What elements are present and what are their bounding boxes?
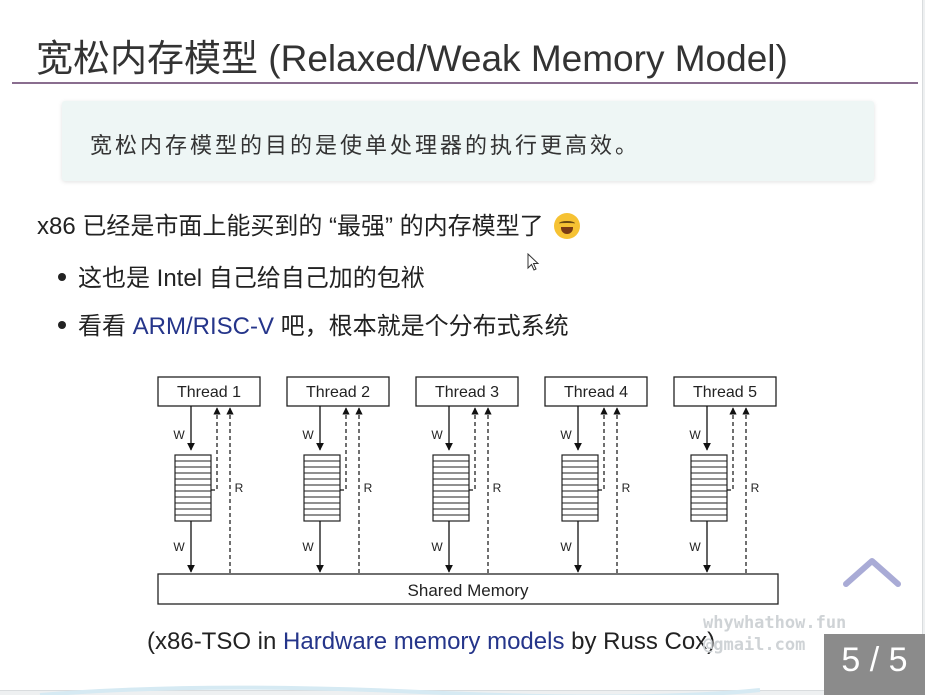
write-label-top-2: W	[302, 428, 314, 442]
read-arrow-buffer-2	[340, 407, 350, 491]
store-buffer-2	[303, 454, 341, 522]
callout-text: 宽松内存模型的目的是使单处理器的执行更高效。	[90, 134, 641, 159]
write-label-bottom-5: W	[689, 540, 701, 554]
shared-memory-label: Shared Memory	[408, 581, 529, 600]
tso-diagram: Thread 1 W W R Thread 2 W W R Thread 3 W W R Thread …	[157, 376, 779, 605]
read-label-1: R	[235, 481, 244, 495]
bullet-dot-icon	[58, 273, 66, 281]
write-label-top-3: W	[431, 428, 443, 442]
store-buffer-1	[174, 454, 212, 522]
bullet-text-2-post: 吧，根本就是个分布式系统	[274, 313, 569, 340]
bullet-text-1: 这也是 Intel 自己给自己加的包袱	[78, 265, 425, 292]
laughing-tears-emoji-icon	[554, 213, 581, 239]
thread-label-1: Thread 1	[177, 384, 241, 401]
lead-text-content: x86 已经是市面上能买到的 “最强” 的内存模型了	[37, 213, 544, 240]
read-label-2: R	[364, 481, 373, 495]
bullet-item-2: 看看 ARM/RISC-V 吧，根本就是个分布式系统	[58, 306, 569, 341]
write-label-top-5: W	[689, 428, 701, 442]
write-label-bottom-2: W	[302, 540, 314, 554]
caption-pre: (x86-TSO in	[147, 628, 284, 655]
caption: (x86-TSO in Hardware memory models by Ru…	[147, 628, 715, 656]
hardware-memory-models-link[interactable]: Hardware memory models	[283, 628, 564, 655]
write-label-bottom-3: W	[431, 540, 443, 554]
callout-box: 宽松内存模型的目的是使单处理器的执行更高效。	[62, 101, 874, 181]
thread-label-4: Thread 4	[564, 384, 628, 401]
store-buffer-3	[432, 454, 470, 522]
read-arrow-buffer-4	[598, 407, 608, 491]
write-label-bottom-4: W	[560, 540, 572, 554]
read-label-3: R	[493, 481, 502, 495]
title-divider	[12, 82, 918, 84]
watermark-line-1: whywhathow.fun	[703, 613, 847, 633]
write-label-top-1: W	[173, 428, 185, 442]
read-label-5: R	[751, 481, 760, 495]
thread-label-3: Thread 3	[435, 384, 499, 401]
read-label-4: R	[622, 481, 631, 495]
read-arrow-buffer-3	[469, 407, 479, 491]
read-arrow-buffer-5	[727, 407, 737, 491]
bullet-text-2-pre: 看看	[78, 313, 133, 340]
bullet-dot-icon	[58, 321, 66, 329]
chevron-up-icon[interactable]	[843, 556, 901, 588]
page-counter: 5 / 5	[824, 634, 925, 695]
thread-label-2: Thread 2	[306, 384, 370, 401]
caption-post: by Russ Cox)	[564, 628, 716, 655]
write-label-bottom-1: W	[173, 540, 185, 554]
footer-decoration	[39, 685, 761, 695]
write-label-top-4: W	[560, 428, 572, 442]
store-buffer-5	[690, 454, 728, 522]
mouse-cursor-icon	[527, 253, 540, 271]
store-buffer-4	[561, 454, 599, 522]
arm-riscv-link[interactable]: ARM/RISC-V	[133, 313, 274, 340]
slide: 宽松内存模型 (Relaxed/Weak Memory Model) 宽松内存模…	[0, 0, 923, 691]
slide-title: 宽松内存模型 (Relaxed/Weak Memory Model)	[36, 38, 788, 79]
lead-text: x86 已经是市面上能买到的 “最强” 的内存模型了	[37, 206, 581, 241]
thread-label-5: Thread 5	[693, 384, 757, 401]
read-arrow-buffer-1	[211, 407, 221, 491]
bullet-item-1: 这也是 Intel 自己给自己加的包袱	[58, 258, 425, 293]
